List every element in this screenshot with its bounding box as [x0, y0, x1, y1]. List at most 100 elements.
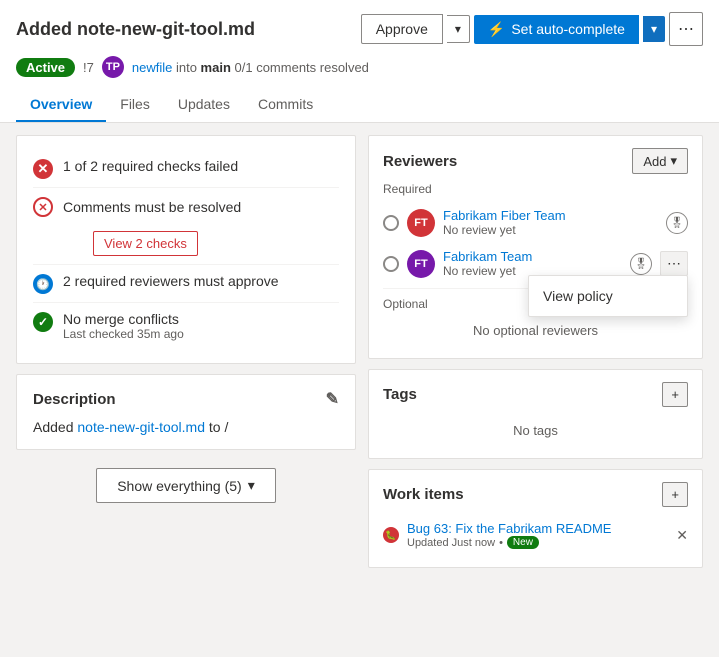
required-label: Required: [383, 182, 688, 196]
more-button[interactable]: ⋯: [669, 12, 703, 46]
work-items-section: Work items + 🐛 Bug 63: Fix the Fabrikam …: [368, 469, 703, 568]
reviewer-item-fabrikam-fiber: FT Fabrikam Fiber Team No review yet 🎖: [383, 202, 688, 243]
tab-commits[interactable]: Commits: [244, 88, 327, 122]
reviewer-avatar-1: FT: [407, 209, 435, 237]
add-reviewer-label: Add: [643, 154, 666, 169]
reviewer-avatar-2: FT: [407, 250, 435, 278]
work-item-row: 🐛 Bug 63: Fix the Fabrikam README Update…: [383, 515, 688, 555]
work-item-status: New: [507, 536, 539, 549]
edit-icon[interactable]: ✎: [326, 389, 339, 409]
right-column: Reviewers Add ▾ Required FT Fabrikam Fib…: [368, 135, 703, 568]
comments-check-row: ✕ Comments must be resolved View 2 check…: [33, 187, 339, 264]
no-optional-text: No optional reviewers: [383, 315, 688, 346]
clock-icon: 🕐: [33, 274, 53, 294]
pr-number: !7: [83, 60, 94, 75]
autocomplete-button[interactable]: ⚡ Set auto-complete: [474, 15, 639, 44]
branch-from-link[interactable]: newfile: [132, 60, 172, 75]
merge-conflicts-info: No merge conflicts Last checked 35m ago: [63, 311, 184, 341]
autocomplete-label: Set auto-complete: [511, 21, 625, 37]
checks-summary-item: ✕ 1 of 2 required checks failed: [33, 150, 339, 187]
work-item-close-button[interactable]: ✕: [676, 527, 688, 544]
view-policy-item[interactable]: View policy: [529, 280, 687, 312]
add-tag-icon: +: [671, 387, 679, 402]
no-tags-text: No tags: [383, 415, 688, 446]
description-text: Added note-new-git-tool.md to /: [33, 419, 339, 435]
reviewers-check-item: 🕐 2 required reviewers must approve: [33, 264, 339, 302]
work-item-meta: Updated Just now • New: [407, 536, 668, 549]
description-card: Description ✎ Added note-new-git-tool.md…: [16, 374, 356, 450]
work-items-title: Work items: [383, 486, 464, 503]
description-title: Description: [33, 391, 116, 408]
active-badge: Active: [16, 58, 75, 77]
header: Added note-new-git-tool.md Approve ▾ ⚡ S…: [0, 0, 719, 123]
reviewer-radio-1: [383, 215, 399, 231]
merge-conflicts-sub: Last checked 35m ago: [63, 327, 184, 341]
checkmark-icon: ✓: [33, 312, 53, 332]
pr-meta-text: newfile into main 0/1 comments resolved: [132, 60, 369, 75]
separator-dot: •: [499, 537, 503, 549]
show-everything-arrow: ▾: [248, 477, 255, 494]
add-reviewer-arrow: ▾: [670, 153, 677, 169]
reviewer-info-1: Fabrikam Fiber Team No review yet: [443, 208, 658, 237]
into-text: into: [176, 60, 201, 75]
checks-card: ✕ 1 of 2 required checks failed ✕ Commen…: [16, 135, 356, 364]
tabs: Overview Files Updates Commits: [16, 88, 703, 122]
reviewer-name-2[interactable]: Fabrikam Team: [443, 249, 622, 264]
merge-conflicts-label: No merge conflicts: [63, 311, 184, 327]
left-column: ✕ 1 of 2 required checks failed ✕ Commen…: [16, 135, 356, 568]
reviewer-status-1: No review yet: [443, 223, 658, 237]
view-checks-button[interactable]: View 2 checks: [93, 231, 198, 256]
tab-overview[interactable]: Overview: [16, 88, 106, 122]
reviewer-radio-2: [383, 256, 399, 272]
reviewer-item-fabrikam: FT Fabrikam Team No review yet 🎖 ⋯ View …: [383, 243, 688, 284]
error-icon: ✕: [33, 159, 53, 179]
reviewer-dropdown: View policy: [528, 275, 688, 317]
reviewer-info-2: Fabrikam Team No review yet: [443, 249, 622, 278]
work-item-info: Bug 63: Fix the Fabrikam README Updated …: [407, 521, 668, 549]
description-link[interactable]: note-new-git-tool.md: [77, 419, 205, 435]
pr-meta: Active !7 TP newfile into main 0/1 comme…: [16, 56, 703, 78]
add-work-item-button[interactable]: +: [662, 482, 688, 507]
autocomplete-icon: ⚡: [488, 21, 505, 38]
work-item-title[interactable]: Bug 63: Fix the Fabrikam README: [407, 521, 668, 536]
show-everything-button[interactable]: Show everything (5) ▾: [96, 468, 276, 503]
reviewers-section: Reviewers Add ▾ Required FT Fabrikam Fib…: [368, 135, 703, 359]
merge-conflicts-item: ✓ No merge conflicts Last checked 35m ag…: [33, 302, 339, 349]
avatar: TP: [102, 56, 124, 78]
show-everything-wrapper: Show everything (5) ▾: [16, 460, 356, 507]
main-content: ✕ 1 of 2 required checks failed ✕ Commen…: [0, 123, 719, 580]
tags-header: Tags +: [383, 382, 688, 407]
work-items-header: Work items +: [383, 482, 688, 507]
reviewer-name-1[interactable]: Fabrikam Fiber Team: [443, 208, 658, 223]
tags-section: Tags + No tags: [368, 369, 703, 459]
header-top: Added note-new-git-tool.md Approve ▾ ⚡ S…: [16, 12, 703, 46]
tags-title: Tags: [383, 386, 417, 403]
description-header: Description ✎: [33, 389, 339, 409]
reviewers-title: Reviewers: [383, 153, 457, 170]
autocomplete-arrow-button[interactable]: ▾: [643, 16, 665, 42]
view-checks-wrapper: View 2 checks: [63, 225, 339, 256]
add-reviewer-button[interactable]: Add ▾: [632, 148, 688, 174]
reviewer-kebab-button[interactable]: ⋯: [660, 251, 688, 276]
comments-check-inner: ✕ Comments must be resolved: [33, 196, 339, 217]
reviewer-badge-2[interactable]: 🎖: [630, 253, 652, 275]
branch-to-link[interactable]: main: [201, 60, 231, 75]
show-everything-label: Show everything (5): [117, 478, 242, 494]
tab-updates[interactable]: Updates: [164, 88, 244, 122]
work-item-updated: Updated Just now: [407, 537, 495, 549]
comments-check-label: Comments must be resolved: [63, 199, 241, 215]
bug-icon: 🐛: [383, 527, 399, 543]
checks-summary-label: 1 of 2 required checks failed: [63, 158, 238, 174]
add-work-item-icon: +: [671, 487, 679, 502]
add-tag-button[interactable]: +: [662, 382, 688, 407]
tab-files[interactable]: Files: [106, 88, 164, 122]
reviewers-check-label: 2 required reviewers must approve: [63, 273, 279, 289]
comments-status-text: 0/1 comments resolved: [235, 60, 369, 75]
comments-error-icon: ✕: [33, 197, 53, 217]
pr-title: Added note-new-git-tool.md: [16, 19, 255, 40]
reviewer-badge-1[interactable]: 🎖: [666, 212, 688, 234]
reviewers-header: Reviewers Add ▾: [383, 148, 688, 174]
header-actions: Approve ▾ ⚡ Set auto-complete ▾ ⋯: [361, 12, 703, 46]
approve-dropdown-button[interactable]: ▾: [447, 15, 470, 43]
approve-button[interactable]: Approve: [361, 14, 443, 44]
